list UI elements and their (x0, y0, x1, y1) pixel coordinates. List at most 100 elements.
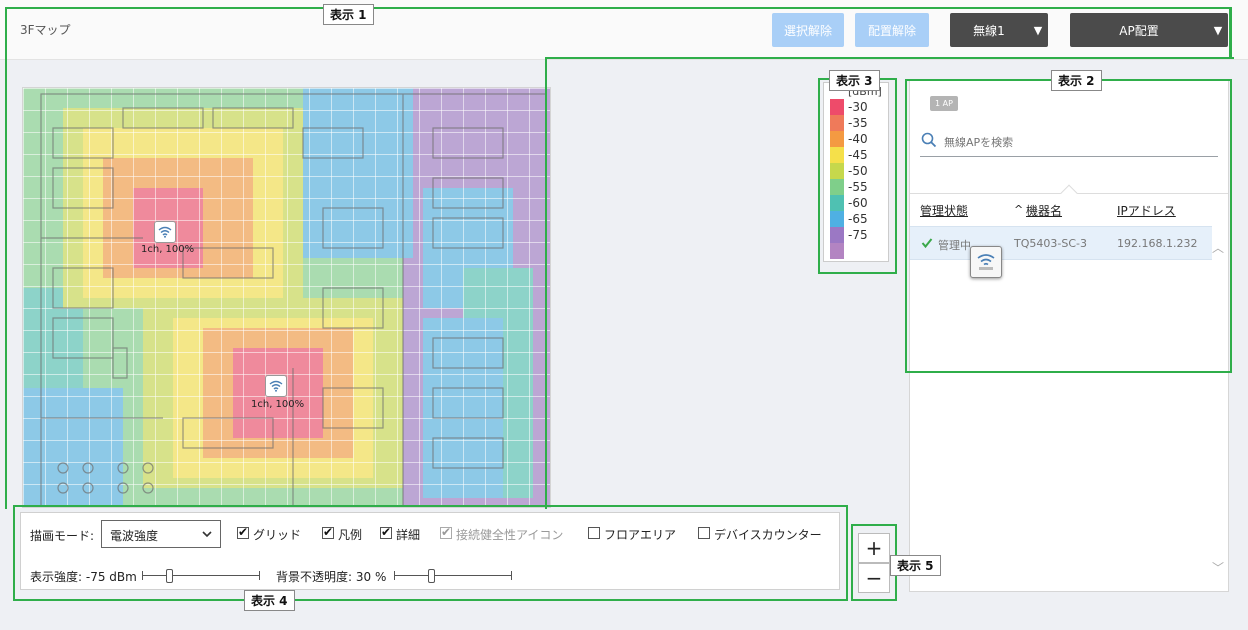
legend-swatch (830, 115, 844, 131)
legend-value: -55 (848, 180, 868, 194)
device-counter-checkbox[interactable] (698, 527, 710, 539)
sort-ascending-icon: ^ (1014, 203, 1024, 216)
grid-checkbox[interactable] (237, 525, 249, 539)
callout-label-2: 表示 2 (1051, 70, 1102, 91)
legend-swatch (830, 195, 844, 211)
strength-slider[interactable] (142, 569, 262, 583)
legend-swatch (830, 163, 844, 179)
legend-swatch (830, 131, 844, 147)
search-icon (921, 132, 937, 148)
detail-checkbox[interactable] (380, 525, 392, 539)
slider-tick (394, 571, 395, 580)
callout-label-4: 表示 4 (244, 590, 295, 611)
draw-mode-label: 描画モード: (30, 529, 95, 543)
table-row[interactable]: 管理中 TQ5403-SC-3 192.168.1.232 (910, 226, 1212, 260)
legend-row: -30 (830, 99, 886, 115)
legend-value: -30 (848, 100, 868, 114)
wifi-icon (158, 226, 172, 238)
grid-label: グリッド (253, 528, 302, 542)
slider-tick (142, 571, 143, 580)
legend-checkbox[interactable] (322, 525, 334, 539)
legend-row: -55 (830, 179, 886, 195)
legend-swatch (830, 99, 844, 115)
ap-marker-2[interactable] (265, 375, 287, 397)
slider-track (142, 575, 260, 576)
row-ip: 192.168.1.232 (1117, 237, 1198, 250)
check-icon (921, 238, 933, 249)
draw-mode-select[interactable]: 電波強度 (101, 520, 221, 548)
detail-label: 詳細 (396, 528, 421, 542)
legend-label: 凡例 (338, 528, 363, 542)
callout-label-3: 表示 3 (829, 70, 880, 91)
column-header-status[interactable]: 管理状態 (920, 202, 968, 219)
floor-area-label: フロアエリア (604, 528, 677, 542)
floor-area-checkbox[interactable] (588, 527, 600, 539)
floor-plan-walls (40, 93, 547, 507)
slider-track (394, 575, 512, 576)
ap-place-dropdown-label: AP配置 (1119, 23, 1159, 38)
callout-box-1-left (5, 57, 7, 509)
legend-value: -40 (848, 132, 868, 146)
zoom-out-button[interactable]: − (858, 563, 890, 593)
signal-legend: [dBm] -30 -35 -40 -45 -50 -55 -60 -65 -7… (823, 82, 889, 262)
health-icon-checkbox (440, 525, 452, 539)
row-name: TQ5403-SC-3 (1014, 237, 1087, 250)
ap-count-badge: 1 AP (930, 96, 958, 111)
legend-value: -60 (848, 196, 868, 210)
wireless-dropdown[interactable]: 無線1 ▼ (950, 13, 1048, 47)
map-title: 3Fマップ (20, 23, 71, 37)
ap-search-input[interactable] (944, 131, 1214, 153)
display-options-bar: 描画モード: 電波強度 グリッド 凡例 詳細 接続健全性アイコン フロアエリア … (20, 512, 840, 590)
slider-thumb[interactable] (166, 569, 173, 583)
ap-marker-1[interactable] (154, 221, 176, 243)
legend-row: -35 (830, 115, 886, 131)
slider-tick (259, 571, 260, 580)
scroll-up-icon[interactable]: ︿ (1212, 239, 1224, 256)
column-header-ip[interactable]: IPアドレス (1117, 202, 1176, 219)
caret-down-icon: ▼ (1033, 23, 1043, 37)
scroll-down-icon[interactable]: ﹀ (1212, 559, 1224, 576)
legend-swatch (830, 243, 844, 259)
legend-value: -35 (848, 116, 868, 130)
legend-value: -50 (848, 164, 868, 178)
ap-label-2: 1ch, 100% (251, 399, 305, 410)
unplace-button[interactable]: 配置解除 (855, 13, 929, 47)
deselect-button[interactable]: 選択解除 (772, 13, 844, 47)
legend-row (830, 243, 886, 259)
legend-value: -75 (848, 228, 868, 242)
legend-row: -45 (830, 147, 886, 163)
device-counter-label: デバイスカウンター (714, 528, 822, 542)
chevron-down-icon (202, 531, 212, 538)
slider-tick (511, 571, 512, 580)
legend-row: -65 (830, 211, 886, 227)
wireless-dropdown-label: 無線1 (973, 23, 1005, 38)
opacity-slider[interactable] (394, 569, 514, 583)
wifi-icon (269, 380, 283, 392)
wifi-icon (977, 254, 995, 270)
sort-notch (1060, 184, 1078, 202)
legend-swatch (830, 147, 844, 163)
top-toolbar: 3Fマップ 選択解除 配置解除 無線1 ▼ AP配置 ▼ (0, 0, 1248, 60)
legend-swatch (830, 211, 844, 227)
zoom-in-button[interactable]: + (858, 533, 890, 563)
legend-row: -40 (830, 131, 886, 147)
legend-row: -50 (830, 163, 886, 179)
floor-map[interactable]: 1ch, 100% 1ch, 100% (22, 87, 551, 508)
callout-label-5: 表示 5 (890, 555, 941, 576)
legend-value: -45 (848, 148, 868, 162)
slider-thumb[interactable] (428, 569, 435, 583)
strength-label: 表示強度: -75 dBm (30, 570, 137, 584)
legend-row: -75 (830, 227, 886, 243)
callout-label-1: 表示 1 (323, 4, 374, 25)
ap-list-panel: 1 AP 管理状態 ^ 機器名 IPアドレス 管理中 TQ5403-SC-3 1… (909, 80, 1229, 592)
ap-place-dropdown[interactable]: AP配置 ▼ (1070, 13, 1228, 47)
legend-row: -60 (830, 195, 886, 211)
column-header-name[interactable]: 機器名 (1026, 202, 1062, 219)
legend-value: -65 (848, 212, 868, 226)
dragging-ap-icon[interactable] (970, 246, 1002, 278)
health-icon-label: 接続健全性アイコン (456, 528, 564, 542)
legend-swatch (830, 227, 844, 243)
opacity-label: 背景不透明度: 30 % (276, 570, 387, 584)
row-status: 管理中 (938, 239, 971, 252)
ap-search[interactable] (920, 129, 1218, 157)
